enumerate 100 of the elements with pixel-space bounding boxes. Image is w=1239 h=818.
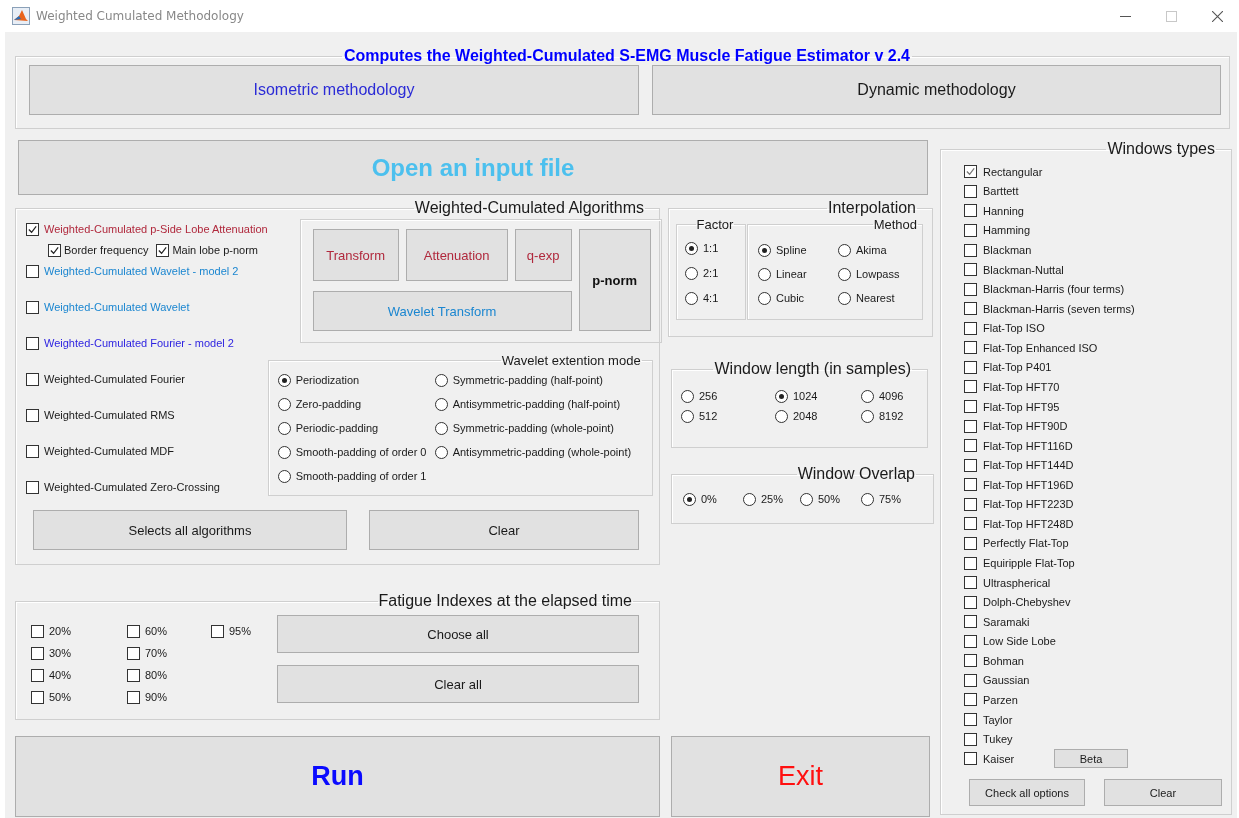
checkbox-label: Border frequency <box>64 244 149 256</box>
close-icon[interactable] <box>1212 10 1223 22</box>
radio-button[interactable] <box>775 409 788 423</box>
checkbox-label: Flat-Top HFT223D <box>983 498 1074 511</box>
radio-button[interactable] <box>685 241 698 255</box>
checkbox[interactable] <box>964 204 977 218</box>
checkbox[interactable] <box>26 480 39 494</box>
radio-button[interactable] <box>861 389 874 403</box>
checkbox[interactable] <box>964 439 977 453</box>
checkbox[interactable] <box>964 321 977 335</box>
action-button[interactable]: Clear <box>1104 779 1222 806</box>
checkbox[interactable] <box>26 408 39 422</box>
run-button[interactable]: Run <box>15 736 660 817</box>
checkbox[interactable] <box>26 336 39 350</box>
radio-button[interactable] <box>683 492 696 506</box>
methodology-button[interactable]: Isometric methodology <box>29 65 639 115</box>
checkbox[interactable] <box>26 264 39 278</box>
checkbox[interactable] <box>964 302 977 316</box>
radio-button[interactable] <box>277 421 291 435</box>
checkbox[interactable] <box>964 517 977 531</box>
checkbox[interactable] <box>964 634 977 648</box>
radio-button[interactable] <box>838 267 851 281</box>
radio-button[interactable] <box>277 445 291 459</box>
radio-button[interactable] <box>775 389 788 403</box>
checkbox[interactable] <box>26 300 39 314</box>
radio-button[interactable] <box>758 243 771 257</box>
checkbox[interactable] <box>964 497 977 511</box>
action-button[interactable]: Clear all <box>277 665 639 703</box>
radio-button[interactable] <box>861 492 874 506</box>
checkbox[interactable] <box>964 536 977 550</box>
action-button[interactable]: Selects all algorithms <box>33 510 347 550</box>
action-button[interactable]: Choose all <box>277 615 639 653</box>
checkbox[interactable] <box>964 282 977 296</box>
algorithm-button[interactable]: Attenuation <box>405 229 508 281</box>
checkbox[interactable] <box>964 556 977 570</box>
radio-button[interactable] <box>758 291 771 305</box>
checkbox-label: Blackman <box>983 244 1033 257</box>
checkbox[interactable] <box>211 624 224 638</box>
radio-button[interactable] <box>434 373 448 387</box>
action-button[interactable]: Clear <box>369 510 639 550</box>
checkbox[interactable] <box>31 624 44 638</box>
checkbox-label: 90% <box>145 691 168 703</box>
checkbox[interactable] <box>964 752 977 766</box>
checkbox[interactable] <box>964 458 977 472</box>
radio-button[interactable] <box>743 492 756 506</box>
checkbox[interactable] <box>964 223 977 237</box>
algorithm-button[interactable]: Transform <box>312 229 399 281</box>
checkbox[interactable] <box>964 360 977 374</box>
checkbox[interactable] <box>127 668 140 682</box>
radio-button[interactable] <box>434 421 448 435</box>
checkbox[interactable] <box>26 372 39 386</box>
checkbox[interactable] <box>31 668 44 682</box>
radio-button[interactable] <box>681 389 694 403</box>
checkbox[interactable] <box>964 263 977 277</box>
checkbox[interactable] <box>964 165 977 179</box>
checkbox[interactable] <box>964 673 977 687</box>
checkbox[interactable] <box>127 646 140 660</box>
checkbox[interactable] <box>31 646 44 660</box>
radio-button[interactable] <box>685 266 698 280</box>
checkbox[interactable] <box>26 444 39 458</box>
radio-button[interactable] <box>277 397 291 411</box>
algorithm-button[interactable]: p-norm <box>578 229 651 331</box>
checkbox[interactable] <box>964 693 977 707</box>
checkbox[interactable] <box>48 243 61 257</box>
checkbox[interactable] <box>964 243 977 257</box>
checkbox[interactable] <box>964 400 977 414</box>
radio-button[interactable] <box>434 397 448 411</box>
checkbox[interactable] <box>964 478 977 492</box>
checkbox[interactable] <box>964 576 977 590</box>
checkbox[interactable] <box>964 341 977 355</box>
radio-button[interactable] <box>681 409 694 423</box>
checkbox[interactable] <box>964 184 977 198</box>
checkbox-label: Barttett <box>983 185 1020 198</box>
checkbox[interactable] <box>964 713 977 727</box>
methodology-button[interactable]: Dynamic methodology <box>651 65 1221 115</box>
checkbox[interactable] <box>31 690 44 704</box>
checkbox[interactable] <box>964 615 977 629</box>
radio-button[interactable] <box>685 291 698 305</box>
checkbox[interactable] <box>127 624 140 638</box>
beta-button[interactable]: Beta <box>1054 749 1128 769</box>
radio-button[interactable] <box>758 267 771 281</box>
algorithm-button[interactable]: q-exp <box>514 229 572 281</box>
checkbox[interactable] <box>964 595 977 609</box>
radio-button[interactable] <box>434 445 448 459</box>
checkbox[interactable] <box>964 380 977 394</box>
radio-button[interactable] <box>800 492 813 506</box>
radio-button[interactable] <box>838 291 851 305</box>
checkbox-label: Weighted-Cumulated MDF <box>44 445 174 457</box>
checkbox-label: 40% <box>49 669 72 681</box>
radio-button[interactable] <box>277 469 291 483</box>
checkbox[interactable] <box>964 654 977 668</box>
checkbox[interactable] <box>26 222 39 236</box>
radio-button[interactable] <box>838 243 851 257</box>
radio-button[interactable] <box>861 409 874 423</box>
checkbox[interactable] <box>964 419 977 433</box>
checkbox[interactable] <box>156 243 170 257</box>
checkbox[interactable] <box>964 732 977 746</box>
action-button[interactable]: Check all options <box>969 779 1085 806</box>
checkbox[interactable] <box>127 690 140 704</box>
radio-button[interactable] <box>277 373 291 387</box>
